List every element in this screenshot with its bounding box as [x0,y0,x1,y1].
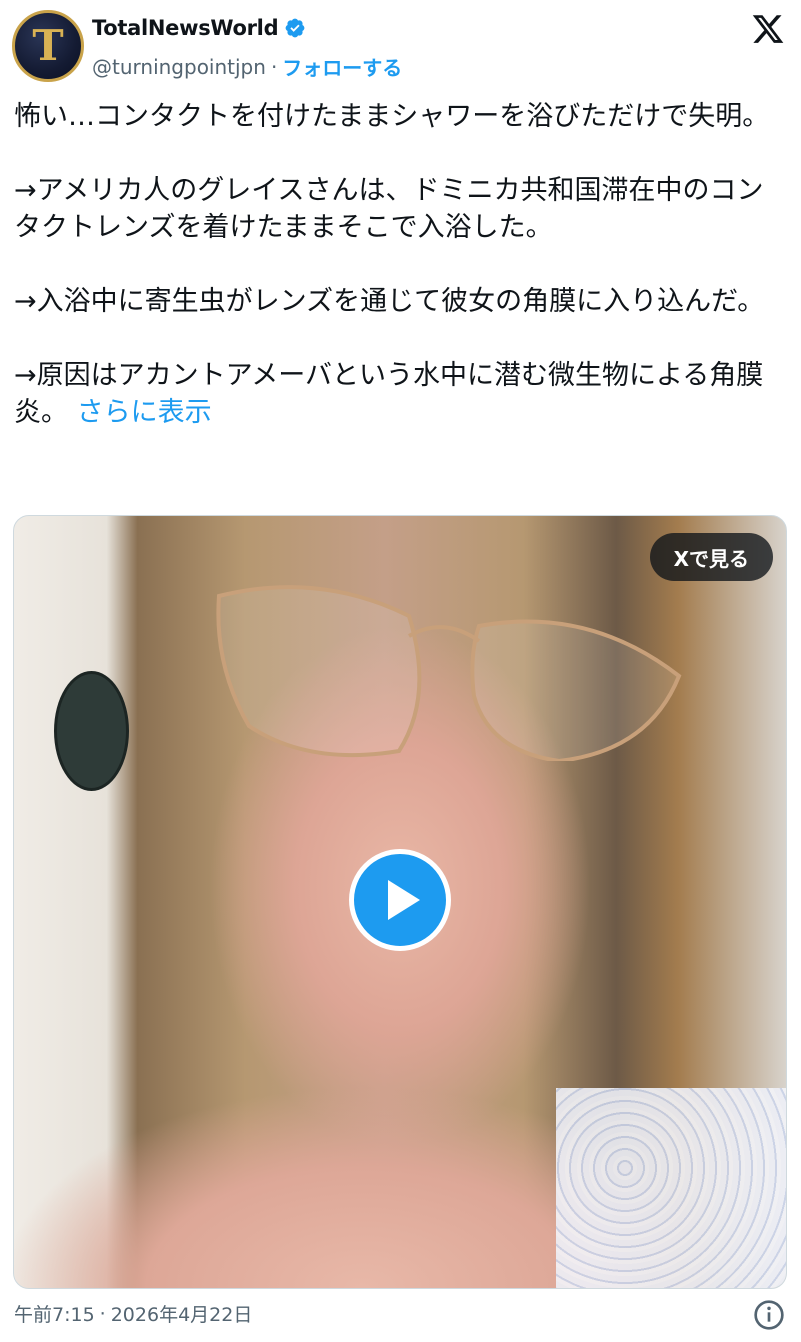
play-icon [388,880,420,920]
name-row: TotalNewsWorld [92,16,306,40]
tweet-date[interactable]: 2026年4月22日 [111,1300,253,1327]
video-player[interactable]: Xで見る [13,515,787,1289]
footer-separator: · [99,1302,106,1325]
follow-button[interactable]: フォローする [282,52,402,81]
handle-row: @turningpointjpn · フォローする [92,52,402,81]
show-more-link[interactable]: さらに表示 [77,397,212,428]
tweet-footer: 午前7:15 · 2026年4月22日 [14,1300,252,1327]
avatar[interactable]: T [12,10,84,82]
tweet-time[interactable]: 午前7:15 [14,1300,95,1327]
tweet-text: 怖い…コンタクトを付けたままシャワーを浴びただけで失明。 →アメリカ人のグレイス… [14,98,784,431]
avatar-letter: T [32,21,64,70]
play-button[interactable] [349,849,451,951]
display-name[interactable]: TotalNewsWorld [92,16,279,40]
view-on-x-button[interactable]: Xで見る [649,533,773,581]
video-frame-glasses [216,585,682,761]
verified-badge-icon [285,18,305,38]
wall-clock-graphic [54,671,129,791]
handle-separator: · [270,54,278,79]
x-logo-icon[interactable] [751,12,785,46]
video-frame-lace [556,1088,786,1288]
handle[interactable]: @turningpointjpn [92,55,266,79]
tweet-header: T TotalNewsWorld @turningpointjpn · フォロー… [0,0,801,90]
tweet-body: 怖い…コンタクトを付けたままシャワーを浴びただけで失明。 →アメリカ人のグレイス… [14,101,770,428]
info-icon[interactable] [753,1299,785,1331]
